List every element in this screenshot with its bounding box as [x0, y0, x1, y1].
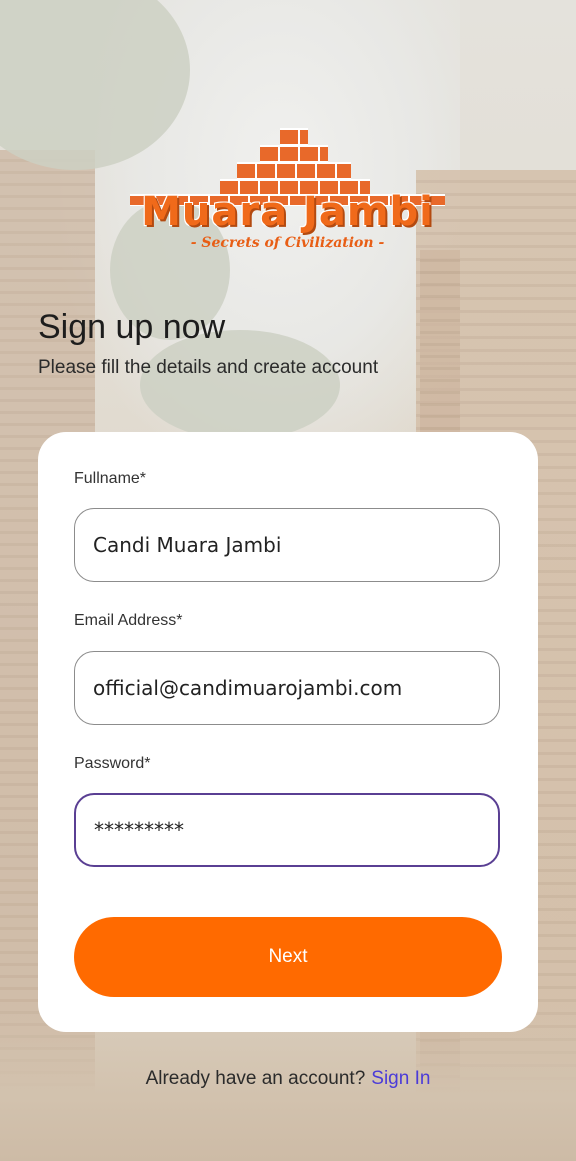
fullname-field[interactable] — [74, 508, 500, 582]
signin-prompt: Already have an account? — [145, 1068, 366, 1089]
logo-title: Muara Jambi — [141, 189, 434, 235]
email-field[interactable] — [74, 651, 500, 725]
password-field[interactable] — [74, 793, 500, 867]
page-subtitle: Please fill the details and create accou… — [38, 357, 379, 378]
logo: Muara Jambi - Secrets of Civilization - — [125, 125, 450, 255]
signin-link[interactable]: Sign In — [371, 1068, 430, 1089]
fullname-label: Fullname* — [74, 470, 147, 487]
next-button[interactable]: Next — [74, 917, 502, 997]
logo-subtitle: - Secrets of Civilization - — [190, 235, 385, 251]
page-title: Sign up now — [38, 308, 226, 346]
email-label: Email Address* — [74, 612, 183, 629]
signin-row: Already have an account? Sign In — [0, 1068, 576, 1090]
password-label: Password* — [74, 755, 151, 772]
